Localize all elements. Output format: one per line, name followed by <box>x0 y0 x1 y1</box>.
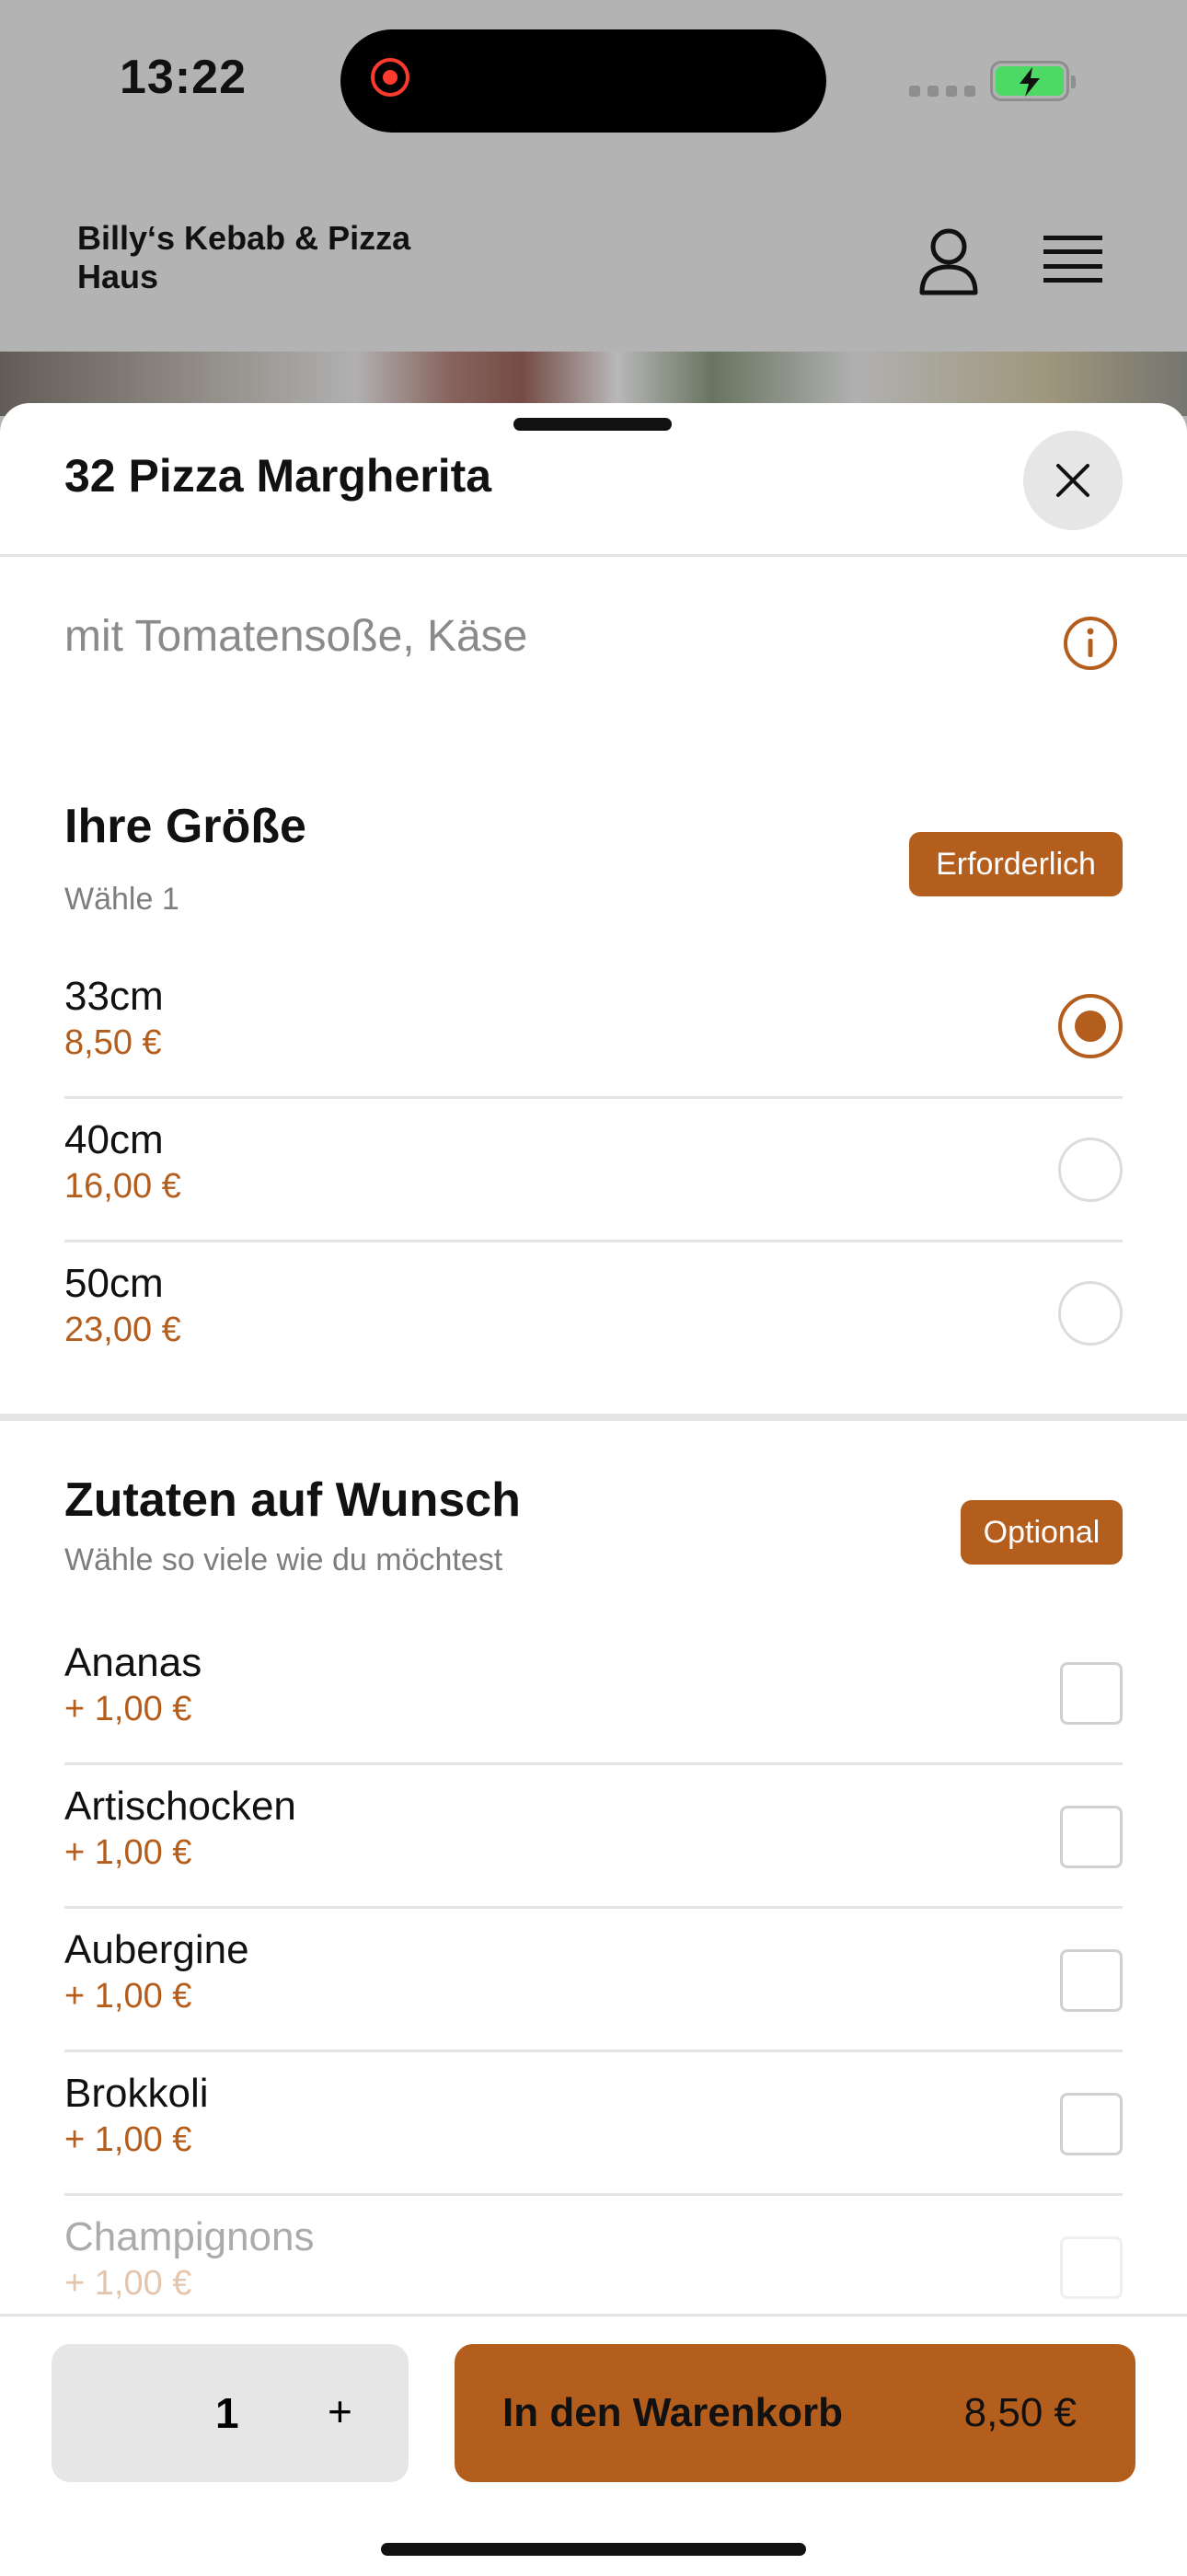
option-name: Brokkoli <box>64 2071 209 2116</box>
extra-option-brokkoli[interactable]: Brokkoli + 1,00 € <box>64 2052 1123 2196</box>
status-time: 13:22 <box>120 51 247 104</box>
checkbox[interactable] <box>1060 2093 1123 2155</box>
home-indicator <box>381 2543 806 2556</box>
option-name: 50cm <box>64 1261 164 1306</box>
option-price: 8,50 € <box>64 1023 162 1062</box>
optional-badge: Optional <box>961 1500 1123 1565</box>
checkbox[interactable] <box>1060 2236 1123 2299</box>
app-header: Billy‘s Kebab & Pizza Haus <box>0 175 1187 350</box>
signal-icon <box>909 86 975 97</box>
extra-option-ananas[interactable]: Ananas + 1,00 € <box>64 1622 1123 1765</box>
quantity-value: 1 <box>215 2389 239 2437</box>
extras-section-subtitle: Wähle so viele wie du möchtest <box>64 1542 503 1577</box>
section-separator <box>0 1414 1187 1421</box>
extras-section-title: Zutaten auf Wunsch <box>64 1473 521 1527</box>
option-price: 16,00 € <box>64 1167 181 1206</box>
option-name: Aubergine <box>64 1927 249 1972</box>
radio-button[interactable] <box>1058 1281 1123 1346</box>
product-title: 32 Pizza Margherita <box>64 450 492 502</box>
add-to-cart-price: 8,50 € <box>963 2390 1077 2435</box>
extra-option-aubergine[interactable]: Aubergine + 1,00 € <box>64 1909 1123 2052</box>
battery-icon <box>990 61 1076 101</box>
checkbox[interactable] <box>1060 1949 1123 2012</box>
status-bar: 13:22 <box>0 0 1187 166</box>
option-price: + 1,00 € <box>64 1690 192 1728</box>
restaurant-name: Billy‘s Kebab & Pizza Haus <box>77 219 411 295</box>
product-description: mit Tomatensoße, Käse <box>64 612 528 661</box>
extra-option-artischocken[interactable]: Artischocken + 1,00 € <box>64 1765 1123 1909</box>
option-name: Artischocken <box>64 1784 296 1829</box>
option-price: 23,00 € <box>64 1311 181 1349</box>
checkbox[interactable] <box>1060 1662 1123 1725</box>
plus-button[interactable]: + <box>328 2386 352 2436</box>
option-name: Ananas <box>64 1640 202 1685</box>
option-name: 33cm <box>64 974 164 1019</box>
product-sheet: 32 Pizza Margherita mit Tomatensoße, Käs… <box>0 403 1187 2573</box>
checkbox[interactable] <box>1060 1806 1123 1868</box>
quantity-stepper[interactable]: 1 + <box>52 2344 409 2482</box>
size-section-title: Ihre Größe <box>64 800 306 853</box>
size-option-33cm[interactable]: 33cm 8,50 € <box>64 955 1123 1099</box>
add-to-cart-button[interactable]: In den Warenkorb 8,50 € <box>455 2344 1135 2482</box>
size-option-40cm[interactable]: 40cm 16,00 € <box>64 1099 1123 1242</box>
required-badge: Erforderlich <box>909 832 1123 896</box>
user-icon[interactable] <box>916 226 981 296</box>
info-icon[interactable] <box>1062 615 1119 672</box>
size-section-subtitle: Wähle 1 <box>64 882 179 917</box>
option-price: + 1,00 € <box>64 1833 192 1872</box>
option-name: 40cm <box>64 1117 164 1162</box>
record-icon <box>371 58 409 97</box>
option-price: + 1,00 € <box>64 2264 192 2303</box>
radio-button[interactable] <box>1058 1138 1123 1202</box>
size-option-50cm[interactable]: 50cm 23,00 € <box>64 1242 1123 1386</box>
add-to-cart-label: In den Warenkorb <box>502 2390 843 2435</box>
bottom-action-bar: 1 + In den Warenkorb 8,50 € <box>0 2314 1187 2576</box>
option-price: + 1,00 € <box>64 2120 192 2159</box>
close-icon <box>1056 464 1089 497</box>
dynamic-island <box>340 29 826 133</box>
sheet-grabber[interactable] <box>513 418 672 431</box>
divider <box>0 554 1187 557</box>
option-price: + 1,00 € <box>64 1977 192 2016</box>
option-name: Champignons <box>64 2214 315 2259</box>
close-button[interactable] <box>1023 431 1123 530</box>
radio-button[interactable] <box>1058 994 1123 1058</box>
menu-icon[interactable] <box>1042 230 1104 289</box>
